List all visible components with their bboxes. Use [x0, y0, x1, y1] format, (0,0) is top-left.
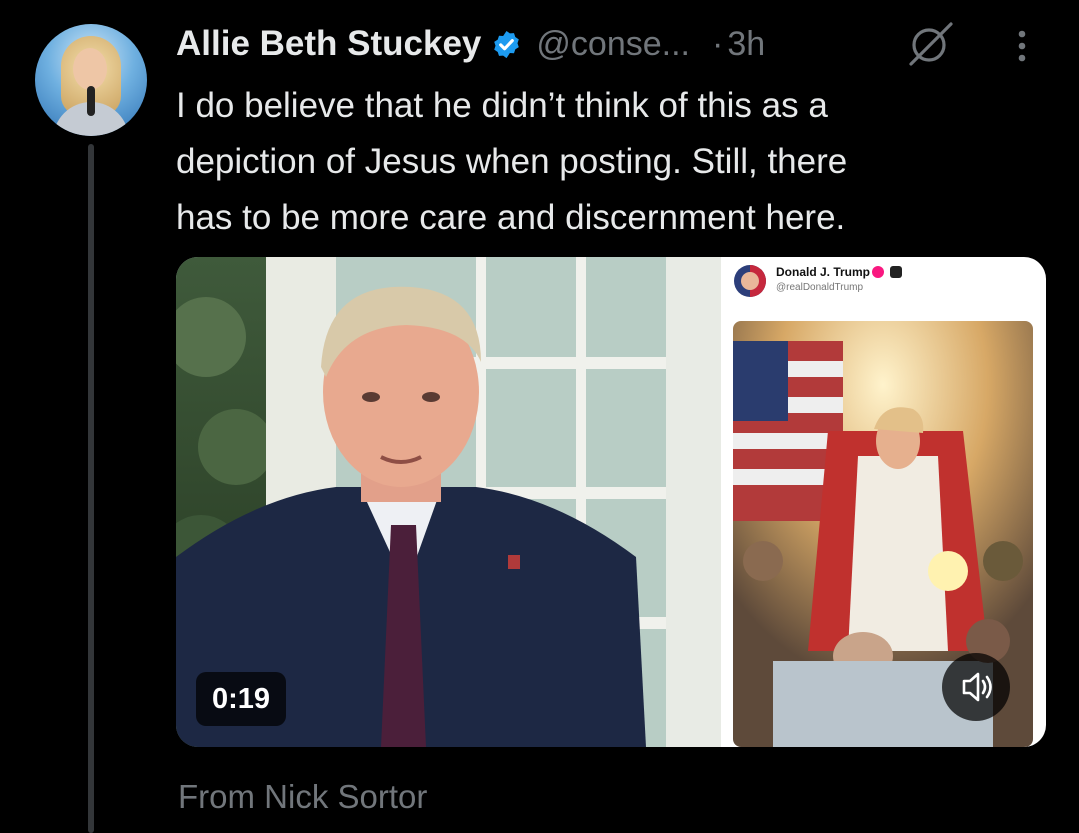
tweet-text-line: has to be more care and discernment here… — [176, 198, 846, 237]
embedded-avatar — [734, 265, 766, 297]
video-player[interactable]: 0:19 — [176, 257, 721, 747]
tweet-header: Allie Beth Stuckey @conse... · 3h — [176, 20, 765, 68]
grok-icon[interactable] — [905, 20, 957, 68]
embedded-author-handle: @realDonaldTrump — [776, 282, 864, 293]
thread-line — [88, 144, 94, 833]
verified-badge-icon[interactable] — [491, 29, 522, 60]
author-handle[interactable]: @conse... — [536, 25, 690, 64]
media-container[interactable]: 0:19 Donald J. Trump @realDonaldTrump — [176, 257, 1046, 747]
volume-icon[interactable] — [942, 653, 1010, 721]
timestamp[interactable]: 3h — [727, 25, 765, 64]
avatar-face — [73, 48, 107, 90]
author-name[interactable]: Allie Beth Stuckey — [176, 24, 481, 64]
embedded-author-name: Donald J. Trump — [776, 265, 871, 279]
video-duration-badge: 0:19 — [196, 672, 287, 726]
author-avatar[interactable] — [35, 24, 147, 136]
media-attribution[interactable]: From Nick Sortor — [178, 778, 427, 816]
tweet-text-line: I do believe that he didn’t think of thi… — [176, 86, 828, 125]
embedded-badges-icon — [872, 266, 902, 278]
tweet-text-line: depiction of Jesus when posting. Still, … — [176, 142, 848, 181]
more-options-icon[interactable] — [1010, 26, 1034, 66]
separator-dot: · — [711, 24, 724, 63]
avatar-microphone — [87, 86, 95, 116]
tweet-text: I do believe that he didn’t think of thi… — [176, 78, 1056, 246]
